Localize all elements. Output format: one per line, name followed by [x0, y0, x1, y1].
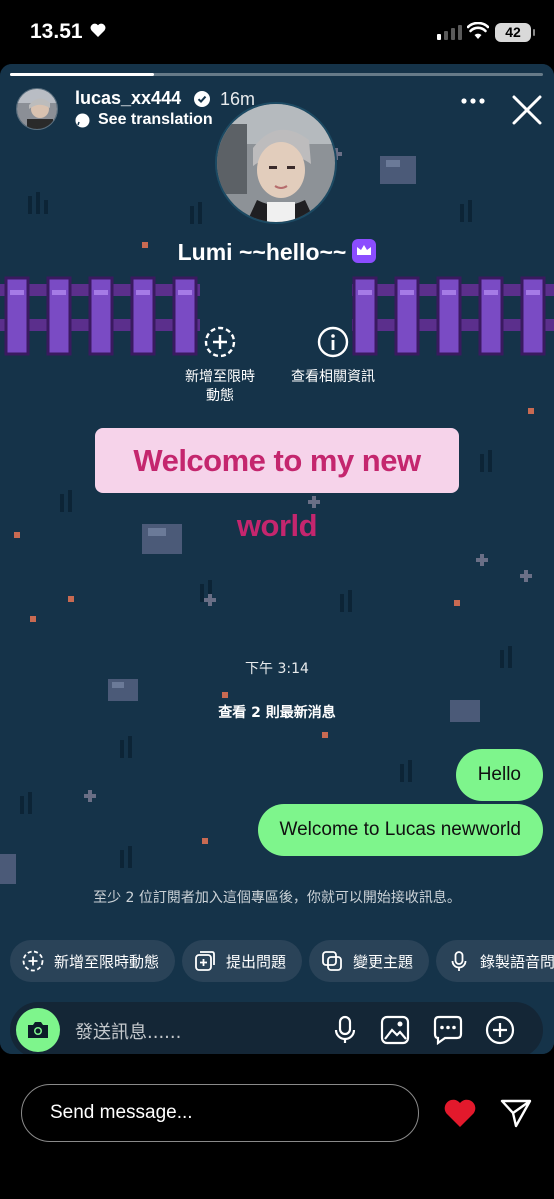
story-card: lucas_xx444 16m See translation Lumi ~~h…	[0, 64, 554, 1054]
user-avatar[interactable]	[16, 88, 58, 130]
view-info-action[interactable]: 查看相關資訊	[280, 326, 386, 387]
chip-label: 提出問題	[226, 952, 287, 971]
add-story-icon	[22, 950, 44, 972]
subscriber-notice: 至少 2 位訂閱者加入這個專區後，你就可以開始接收訊息。	[93, 890, 461, 906]
composer-input[interactable]: 發送訊息......	[75, 1018, 181, 1044]
chip-add-to-story[interactable]: 新增至限時動態	[10, 940, 176, 982]
quick-actions-row: 新增至限時動態 提出問題 變更主題 錄製語音問候	[10, 940, 554, 982]
send-message-input[interactable]: Send message...	[21, 1084, 419, 1142]
message-bubble[interactable]: Welcome to Lucas newworld	[257, 804, 543, 856]
heart-status-icon	[90, 23, 106, 37]
add-circle-icon[interactable]	[485, 1015, 515, 1045]
welcome-banner: Welcome to my new world	[95, 428, 459, 543]
view-new-messages-link[interactable]: 查看 2 則最新消息	[0, 702, 554, 722]
camera-button[interactable]	[16, 1008, 60, 1052]
crown-icon	[352, 238, 377, 263]
story-progress-fill	[10, 73, 154, 76]
question-icon	[195, 951, 215, 971]
add-circle-dashed-icon	[204, 326, 236, 358]
channel-avatar	[215, 102, 337, 224]
chip-voice-greeting[interactable]: 錄製語音問候	[436, 940, 554, 982]
status-bar: 13.51 42	[0, 0, 554, 64]
chat-bubble-icon[interactable]	[433, 1015, 463, 1045]
channel-name: Lumi ~~hello~~	[0, 238, 554, 266]
see-translation-link[interactable]: See translation	[75, 111, 213, 129]
wifi-icon	[467, 22, 489, 39]
story-progress-bar	[10, 73, 543, 76]
mic-icon	[451, 951, 467, 971]
chip-change-theme[interactable]: 變更主題	[309, 940, 430, 982]
add-to-story-action[interactable]: 新增至限時 動態	[170, 326, 270, 406]
chip-ask-question[interactable]: 提出問題	[182, 940, 303, 982]
add-to-story-label: 新增至限時 動態	[185, 369, 255, 404]
battery-indicator: 42	[495, 23, 535, 42]
more-options-icon[interactable]	[461, 98, 485, 104]
translate-icon	[75, 113, 90, 127]
gallery-icon[interactable]	[380, 1015, 410, 1045]
verified-badge-icon	[194, 91, 210, 107]
chip-label: 新增至限時動態	[54, 952, 160, 971]
mic-icon[interactable]	[334, 1015, 356, 1045]
close-icon[interactable]	[512, 95, 542, 125]
message-composer: 發送訊息......	[10, 1002, 543, 1054]
screen: 13.51 42 lucas_xx444 16m See translation…	[0, 0, 554, 1199]
message-timestamp: 下午 3:14	[245, 661, 309, 677]
chip-label: 變更主題	[353, 952, 414, 971]
chip-label: 錄製語音問候	[480, 952, 554, 971]
signal-icon	[437, 24, 462, 40]
send-icon[interactable]	[500, 1098, 532, 1128]
view-info-label: 查看相關資訊	[291, 369, 375, 385]
status-time: 13.51	[30, 20, 83, 43]
reply-bar: Send message...	[0, 1060, 554, 1199]
info-icon	[317, 326, 349, 358]
theme-icon	[322, 951, 342, 971]
heart-icon[interactable]	[443, 1098, 477, 1128]
username[interactable]: lucas_xx444	[75, 88, 181, 109]
see-translation-label: See translation	[98, 111, 213, 128]
message-bubble[interactable]: Hello	[455, 749, 543, 801]
channel-name-text: Lumi ~~hello~~	[177, 239, 347, 265]
camera-icon	[28, 1022, 48, 1038]
